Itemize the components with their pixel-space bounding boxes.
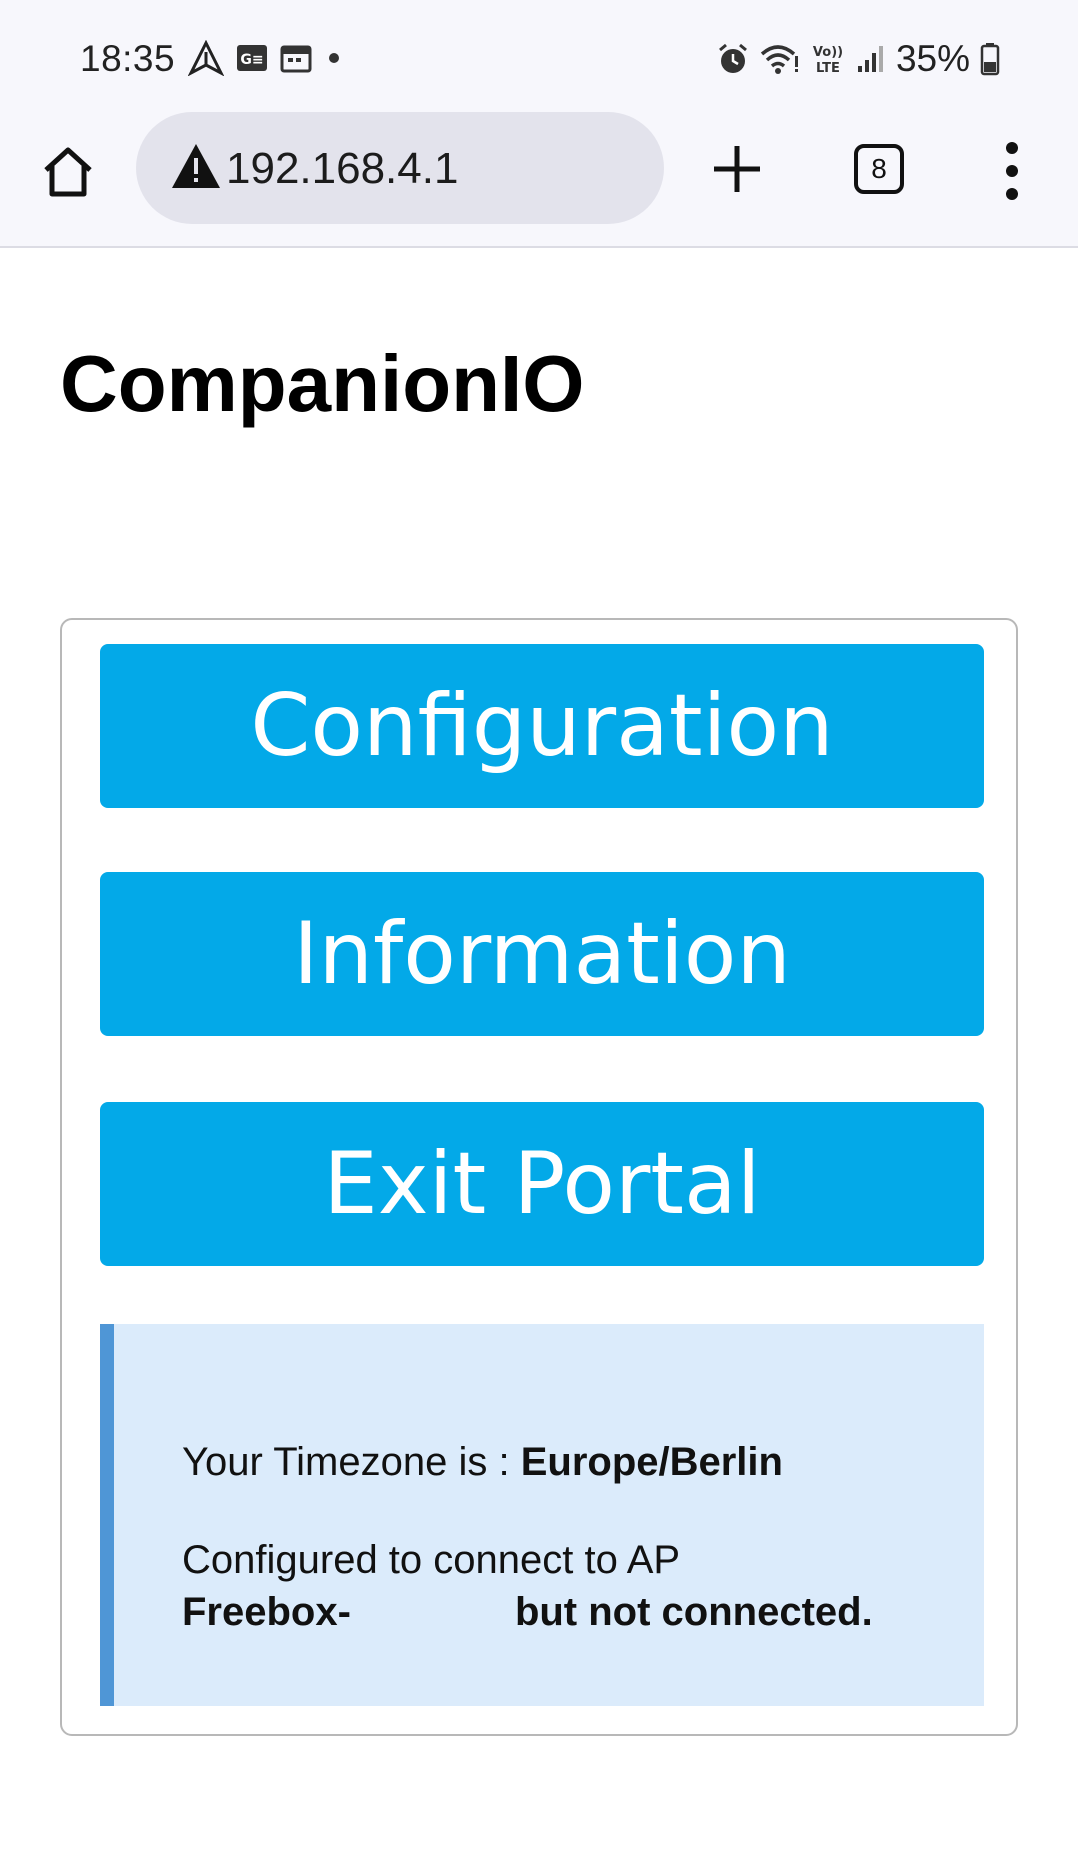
- menu-card: Configuration Information Exit Portal Yo…: [60, 618, 1018, 1736]
- status-right-icons: Vo)) LTE 35%: [716, 38, 1000, 80]
- url-text[interactable]: 192.168.4.1: [226, 144, 458, 194]
- more-menu-icon[interactable]: [1000, 140, 1024, 202]
- dot-icon: [329, 53, 339, 63]
- timezone-label: Your Timezone is :: [182, 1440, 521, 1484]
- browser-toolbar: 192.168.4.1 8: [0, 112, 1078, 248]
- signal-icon: [857, 46, 883, 72]
- warning-icon[interactable]: [170, 142, 222, 190]
- page-title: CompanionIO: [60, 339, 585, 428]
- address-bar[interactable]: 192.168.4.1: [136, 112, 664, 224]
- ap-label: Configured to connect to AP: [182, 1538, 681, 1582]
- home-icon[interactable]: [38, 142, 98, 202]
- svg-text:LTE: LTE: [816, 61, 840, 76]
- information-button[interactable]: Information: [100, 872, 984, 1036]
- ap-name: Freebox-: [182, 1590, 351, 1634]
- battery-percent: 35%: [895, 38, 970, 79]
- calendar-icon: [280, 45, 312, 73]
- status-bar: 18:35 G≡ Vo)) LTE 35%: [0, 0, 1078, 116]
- ap-status-line: Freebox-but not connected.: [182, 1590, 873, 1635]
- ap-status: but not connected.: [514, 1590, 873, 1634]
- timezone-value: Europe/Berlin: [520, 1440, 783, 1484]
- battery-icon: [980, 43, 1000, 76]
- exit-portal-button[interactable]: Exit Portal: [100, 1102, 984, 1266]
- navigation-app-icon: [188, 40, 224, 76]
- volte-icon: Vo)) LTE: [813, 45, 843, 76]
- status-time: 18:35: [80, 38, 176, 79]
- tab-count: 8: [871, 153, 887, 184]
- tab-switcher-button[interactable]: 8: [854, 144, 904, 194]
- status-left-icons: G≡: [188, 40, 344, 76]
- svg-text:G≡: G≡: [240, 52, 263, 68]
- ge-notification-icon: G≡: [237, 45, 267, 71]
- status-info-box: Your Timezone is : Europe/Berlin Configu…: [100, 1324, 984, 1706]
- alarm-icon: [718, 43, 747, 73]
- svg-text:Vo)): Vo)): [813, 45, 843, 60]
- plus-icon[interactable]: [710, 142, 764, 196]
- wifi-icon: [760, 45, 798, 74]
- timezone-line: Your Timezone is : Europe/Berlin: [182, 1440, 783, 1485]
- configuration-button[interactable]: Configuration: [100, 644, 984, 808]
